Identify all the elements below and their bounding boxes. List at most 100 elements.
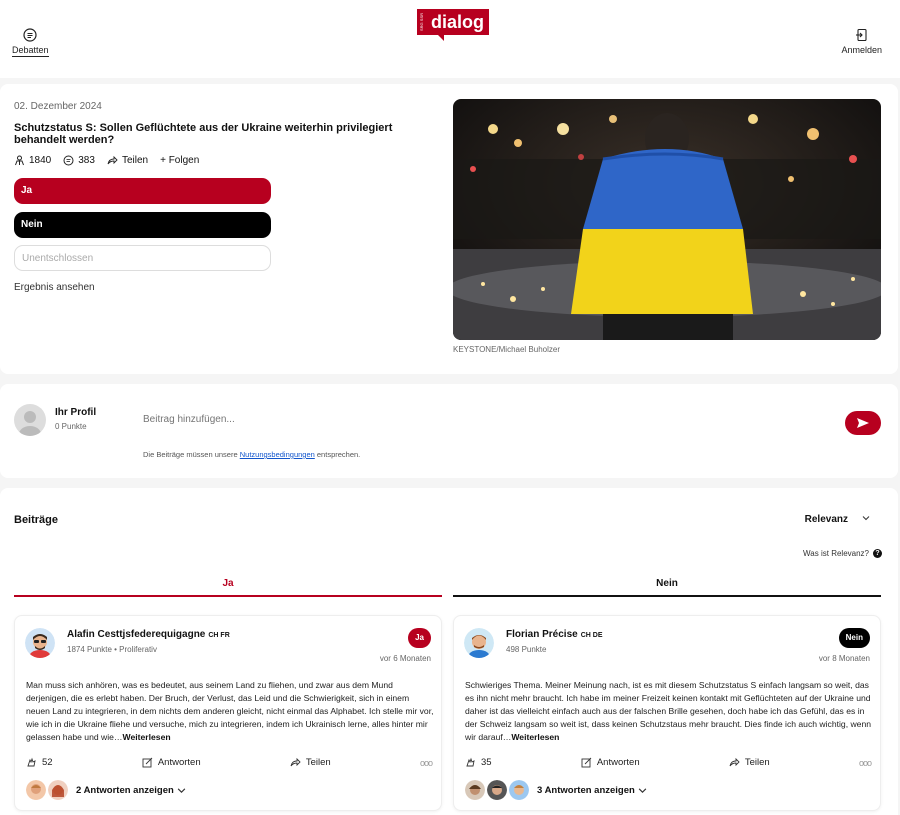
nav-anmelden[interactable]: Anmelden	[841, 28, 882, 55]
replies-label: 2 Antworten anzeigen	[76, 784, 174, 796]
follow-label: + Folgen	[160, 155, 200, 166]
author-avatar[interactable]	[464, 628, 494, 658]
read-more-link[interactable]: Weiterlesen	[123, 732, 171, 742]
author-name[interactable]: Florian Précise CH DE	[506, 629, 602, 640]
reply-avatar	[509, 780, 529, 800]
author-name-text: Alafin Cesttjsfederequigagne	[67, 629, 206, 640]
post-time: vor 6 Monaten	[379, 654, 431, 663]
edit-icon	[142, 757, 153, 768]
author-name[interactable]: Alafin Cesttjsfederequigagne CH FR	[67, 629, 230, 640]
share-button[interactable]: Teilen	[107, 155, 148, 166]
post-text: Schwieriges Thema. Meiner Meinung nach, …	[465, 679, 873, 747]
post-actions: 35 Antworten Teilen ooo	[465, 757, 872, 768]
post-text: Man muss sich anhören, was es bedeutet, …	[26, 679, 434, 747]
reply-avatar	[487, 780, 507, 800]
more-options-icon[interactable]: ooo	[420, 758, 433, 768]
profile-points: 0 Punkte	[55, 422, 87, 431]
author-name-text: Florian Précise	[506, 629, 578, 640]
author-points: 1874 Punkte • Proliferativ	[67, 645, 157, 654]
help-icon: ?	[873, 549, 882, 558]
people-icon	[15, 155, 24, 166]
relevance-question: Was ist Relevanz?	[803, 549, 869, 558]
like-count: 35	[481, 757, 492, 768]
chevron-down-icon	[862, 516, 870, 521]
debates-icon	[23, 28, 37, 42]
avatar-illustration	[25, 628, 55, 658]
debate-stats: 1840 383 Teilen + Folgen	[14, 155, 199, 166]
photo-illustration	[453, 99, 881, 340]
post-card: Alafin Cesttjsfederequigagne CH FR 1874 P…	[14, 615, 442, 811]
clap-icon	[27, 757, 36, 767]
post-actions: 52 Antworten Teilen ooo	[26, 757, 433, 768]
share-icon	[107, 155, 118, 165]
comments-count: 383	[78, 155, 95, 166]
result-link[interactable]: Ergebnis ansehen	[14, 282, 95, 293]
terms-notice: Die Beiträge müssen unsere Nutzungsbedin…	[143, 450, 360, 459]
nav-debatten-label: Debatten	[12, 45, 49, 57]
participants-count: 1840	[29, 155, 52, 166]
post-time: vor 8 Monaten	[818, 654, 870, 663]
reply-avatar	[465, 780, 485, 800]
top-header: Debatten SRG SSR dialog Anmelden	[0, 0, 900, 78]
terms-suffix: entsprechen.	[316, 450, 361, 459]
chevron-down-icon	[177, 787, 186, 793]
author-points: 498 Punkte	[506, 645, 547, 654]
chevron-down-icon	[638, 787, 647, 793]
show-replies-button[interactable]: 3 Antworten anzeigen	[465, 780, 647, 800]
vote-nein-button[interactable]: Nein	[14, 212, 271, 238]
author-avatar[interactable]	[25, 628, 55, 658]
nav-debatten[interactable]: Debatten	[12, 28, 49, 57]
comments-stat: 383	[63, 155, 95, 166]
reply-button[interactable]: Antworten	[142, 757, 201, 768]
share-icon	[729, 757, 740, 767]
debate-photo	[453, 99, 881, 340]
terms-prefix: Die Beiträge müssen unsere	[143, 450, 238, 459]
logo-word: dialog	[426, 9, 489, 41]
share-icon	[290, 757, 301, 767]
share-label: Teilen	[744, 757, 770, 768]
author-tags: CH DE	[580, 632, 603, 639]
more-options-icon[interactable]: ooo	[859, 758, 872, 768]
default-avatar-icon	[19, 411, 41, 436]
sort-dropdown[interactable]: Relevanz	[805, 514, 870, 525]
terms-link[interactable]: Nutzungsbedingungen	[240, 450, 315, 459]
relevance-help[interactable]: Was ist Relevanz? ?	[803, 549, 882, 558]
share-button[interactable]: Teilen	[290, 757, 331, 768]
sort-value: Relevanz	[804, 514, 848, 525]
posts-section: Beiträge Relevanz Was ist Relevanz? ? Ja…	[0, 488, 898, 815]
comment-composer: Ihr Profil 0 Punkte Die Beiträge müssen …	[0, 384, 898, 478]
send-button[interactable]	[845, 411, 881, 435]
reply-button[interactable]: Antworten	[581, 757, 640, 768]
debate-title: Schutzstatus S: Sollen Geflüchtete aus d…	[14, 122, 393, 146]
vote-ja-button[interactable]: Ja	[14, 178, 271, 204]
nav-anmelden-label: Anmelden	[841, 45, 882, 55]
tab-nein[interactable]: Nein	[453, 578, 881, 597]
like-button[interactable]: 52	[26, 757, 53, 768]
show-replies-button[interactable]: 2 Antworten anzeigen	[26, 780, 186, 800]
avatar-illustration	[464, 628, 494, 658]
comment-icon	[63, 155, 74, 166]
stance-badge: Nein	[838, 628, 870, 648]
comment-input[interactable]	[143, 414, 743, 425]
debate-date: 02. Dezember 2024	[14, 101, 102, 112]
login-icon	[855, 28, 867, 42]
share-label: Teilen	[305, 757, 331, 768]
clap-icon	[466, 757, 475, 767]
vote-unentschlossen-button[interactable]: Unentschlossen	[14, 245, 271, 271]
photo-credit: KEYSTONE/Michael Buholzer	[453, 345, 561, 354]
reply-label: Antworten	[157, 757, 201, 768]
tab-ja[interactable]: Ja	[14, 578, 442, 597]
profile-avatar	[14, 404, 46, 436]
like-button[interactable]: 35	[465, 757, 492, 768]
share-button[interactable]: Teilen	[729, 757, 770, 768]
profile-name[interactable]: Ihr Profil	[55, 407, 96, 418]
follow-button[interactable]: + Folgen	[160, 155, 199, 166]
read-more-link[interactable]: Weiterlesen	[511, 732, 559, 742]
like-count: 52	[42, 757, 53, 768]
post-card: Florian Précise CH DE 498 Punkte Nein vor…	[453, 615, 881, 811]
participants-stat: 1840	[14, 155, 51, 166]
posts-heading: Beiträge	[14, 514, 59, 526]
dialog-logo[interactable]: SRG SSR dialog	[416, 9, 489, 41]
post-body: Man muss sich anhören, was es bedeutet, …	[26, 680, 434, 742]
replies-label: 3 Antworten anzeigen	[537, 784, 635, 796]
